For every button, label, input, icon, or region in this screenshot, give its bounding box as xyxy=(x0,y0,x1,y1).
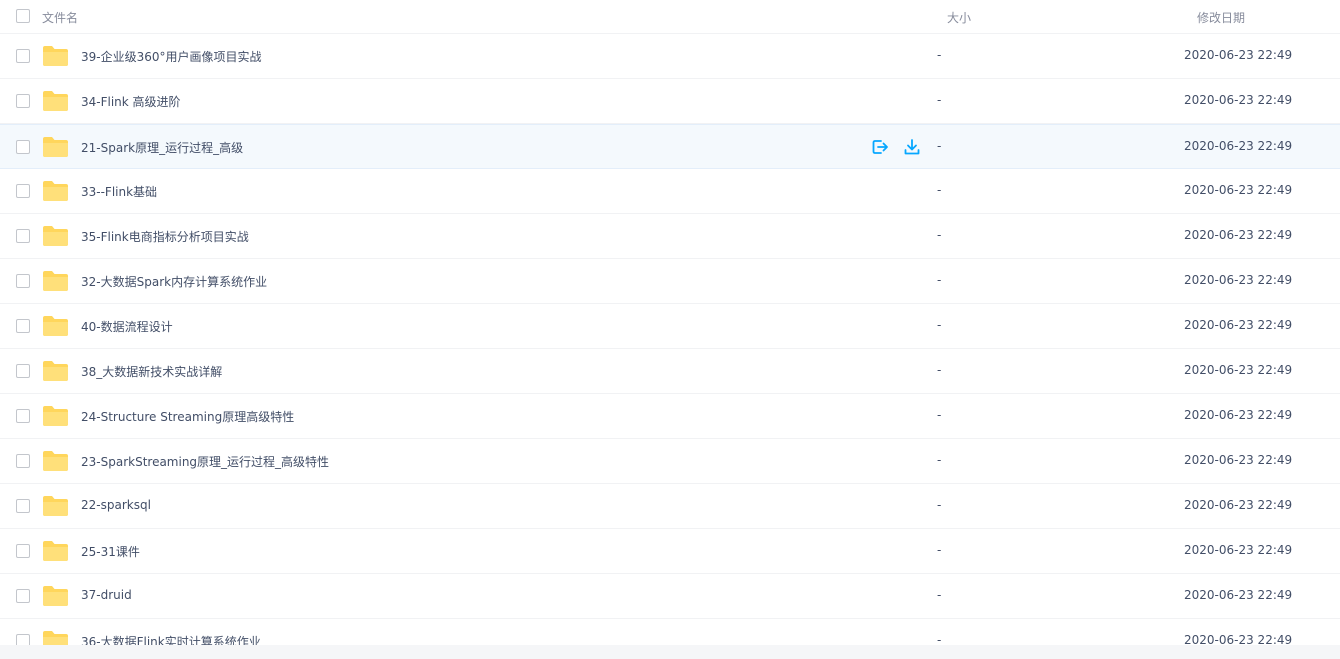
column-header-filename[interactable]: 文件名 xyxy=(42,9,78,26)
row-checkbox[interactable] xyxy=(16,409,30,423)
file-name-link[interactable]: 21-Spark原理_运行过程_高级 xyxy=(81,139,243,156)
row-checkbox[interactable] xyxy=(16,544,30,558)
folder-icon xyxy=(42,180,69,202)
row-checkbox[interactable] xyxy=(16,184,30,198)
file-name-link[interactable]: 25-31课件 xyxy=(81,543,140,560)
modified-date: 2020-06-23 22:49 xyxy=(1184,48,1293,62)
table-row[interactable]: 34-Flink 高级进阶 - 2020-06-23 22:49 xyxy=(0,79,1340,124)
modified-date: 2020-06-23 22:49 xyxy=(1184,543,1293,557)
download-icon[interactable] xyxy=(902,137,922,160)
modified-date: 2020-06-23 22:49 xyxy=(1184,93,1293,107)
folder-icon xyxy=(42,450,69,472)
file-name-link[interactable]: 37-druid xyxy=(81,588,132,602)
modified-date: 2020-06-23 22:49 xyxy=(1184,139,1293,153)
modified-date: 2020-06-23 22:49 xyxy=(1184,498,1293,512)
row-checkbox[interactable] xyxy=(16,140,30,154)
file-size: - xyxy=(937,408,942,422)
file-size: - xyxy=(937,363,942,377)
row-checkbox[interactable] xyxy=(16,49,30,63)
column-header-size[interactable]: 大小 xyxy=(947,9,971,26)
file-size: - xyxy=(937,318,942,332)
folder-icon xyxy=(42,540,69,562)
modified-date: 2020-06-23 22:49 xyxy=(1184,363,1293,377)
row-checkbox[interactable] xyxy=(16,364,30,378)
file-size: - xyxy=(937,228,942,242)
table-row[interactable]: 25-31课件 - 2020-06-23 22:49 xyxy=(0,529,1340,574)
folder-icon xyxy=(42,495,69,517)
modified-date: 2020-06-23 22:49 xyxy=(1184,273,1293,287)
file-size: - xyxy=(937,543,942,557)
row-checkbox[interactable] xyxy=(16,274,30,288)
table-row[interactable]: 21-Spark原理_运行过程_高级 - 2020-06-23 22:49 xyxy=(0,124,1340,169)
column-header-modified-date[interactable]: 修改日期 xyxy=(1197,9,1245,26)
row-checkbox[interactable] xyxy=(16,454,30,468)
file-name-link[interactable]: 33--Flink基础 xyxy=(81,183,157,200)
folder-icon xyxy=(42,315,69,337)
folder-icon xyxy=(42,585,69,607)
file-size: - xyxy=(937,93,942,107)
folder-icon xyxy=(42,136,69,158)
table-row[interactable]: 38_大数据新技术实战详解 - 2020-06-23 22:49 xyxy=(0,349,1340,394)
file-name-link[interactable]: 34-Flink 高级进阶 xyxy=(81,93,181,110)
bottom-scroll-area xyxy=(0,645,1340,659)
file-size: - xyxy=(937,498,942,512)
file-size: - xyxy=(937,453,942,467)
file-size: - xyxy=(937,48,942,62)
modified-date: 2020-06-23 22:49 xyxy=(1184,453,1293,467)
folder-icon xyxy=(42,270,69,292)
row-checkbox[interactable] xyxy=(16,229,30,243)
table-row[interactable]: 37-druid - 2020-06-23 22:49 xyxy=(0,574,1340,619)
file-size: - xyxy=(937,139,942,153)
file-list: 39-企业级360°用户画像项目实战 -2020-06-23 22:49 34-Fl… xyxy=(0,34,1340,659)
folder-icon xyxy=(42,90,69,112)
file-size: - xyxy=(937,588,942,602)
modified-date: 2020-06-23 22:49 xyxy=(1184,408,1293,422)
modified-date: 2020-06-23 22:49 xyxy=(1184,228,1293,242)
table-row[interactable]: 32-大数据Spark内存计算系统作业 - 2020-06-23 22:49 xyxy=(0,259,1340,304)
modified-date: 2020-06-23 22:49 xyxy=(1184,183,1293,197)
table-row[interactable]: 39-企业级360°用户画像项目实战 - 2020-06-23 22:49 xyxy=(0,34,1340,79)
file-name-link[interactable]: 32-大数据Spark内存计算系统作业 xyxy=(81,273,267,290)
file-size: - xyxy=(937,183,942,197)
folder-icon xyxy=(42,225,69,247)
folder-icon xyxy=(42,360,69,382)
file-size: - xyxy=(937,273,942,287)
modified-date: 2020-06-23 22:49 xyxy=(1184,318,1293,332)
folder-icon xyxy=(42,405,69,427)
row-actions xyxy=(870,137,922,160)
file-name-link[interactable]: 23-SparkStreaming原理_运行过程_高级特性 xyxy=(81,453,329,470)
table-row[interactable]: 23-SparkStreaming原理_运行过程_高级特性 - 2020-06-23… xyxy=(0,439,1340,484)
select-all-checkbox[interactable] xyxy=(16,9,30,23)
row-checkbox[interactable] xyxy=(16,319,30,333)
file-list-header: 文件名 大小 修改日期 xyxy=(0,0,1340,34)
table-row[interactable]: 35-Flink电商指标分析项目实战 - 2020-06-23 22:49 xyxy=(0,214,1340,259)
file-name-link[interactable]: 38_大数据新技术实战详解 xyxy=(81,363,222,380)
table-row[interactable]: 22-sparksql - 2020-06-23 22:49 xyxy=(0,484,1340,529)
file-name-link[interactable]: 22-sparksql xyxy=(81,498,151,512)
table-row[interactable]: 40-数据流程设计 - 2020-06-23 22:49 xyxy=(0,304,1340,349)
row-checkbox[interactable] xyxy=(16,94,30,108)
row-checkbox[interactable] xyxy=(16,499,30,513)
modified-date: 2020-06-23 22:49 xyxy=(1184,588,1293,602)
folder-icon xyxy=(42,45,69,67)
file-name-link[interactable]: 39-企业级360°用户画像项目实战 xyxy=(81,48,262,65)
share-icon[interactable] xyxy=(870,137,890,160)
row-checkbox[interactable] xyxy=(16,589,30,603)
table-row[interactable]: 33--Flink基础 - 2020-06-23 22:49 xyxy=(0,169,1340,214)
file-name-link[interactable]: 35-Flink电商指标分析项目实战 xyxy=(81,228,249,245)
file-name-link[interactable]: 40-数据流程设计 xyxy=(81,318,173,335)
table-row[interactable]: 24-Structure Streaming原理高级特性 - 2020-06-23 … xyxy=(0,394,1340,439)
file-name-link[interactable]: 24-Structure Streaming原理高级特性 xyxy=(81,408,294,425)
